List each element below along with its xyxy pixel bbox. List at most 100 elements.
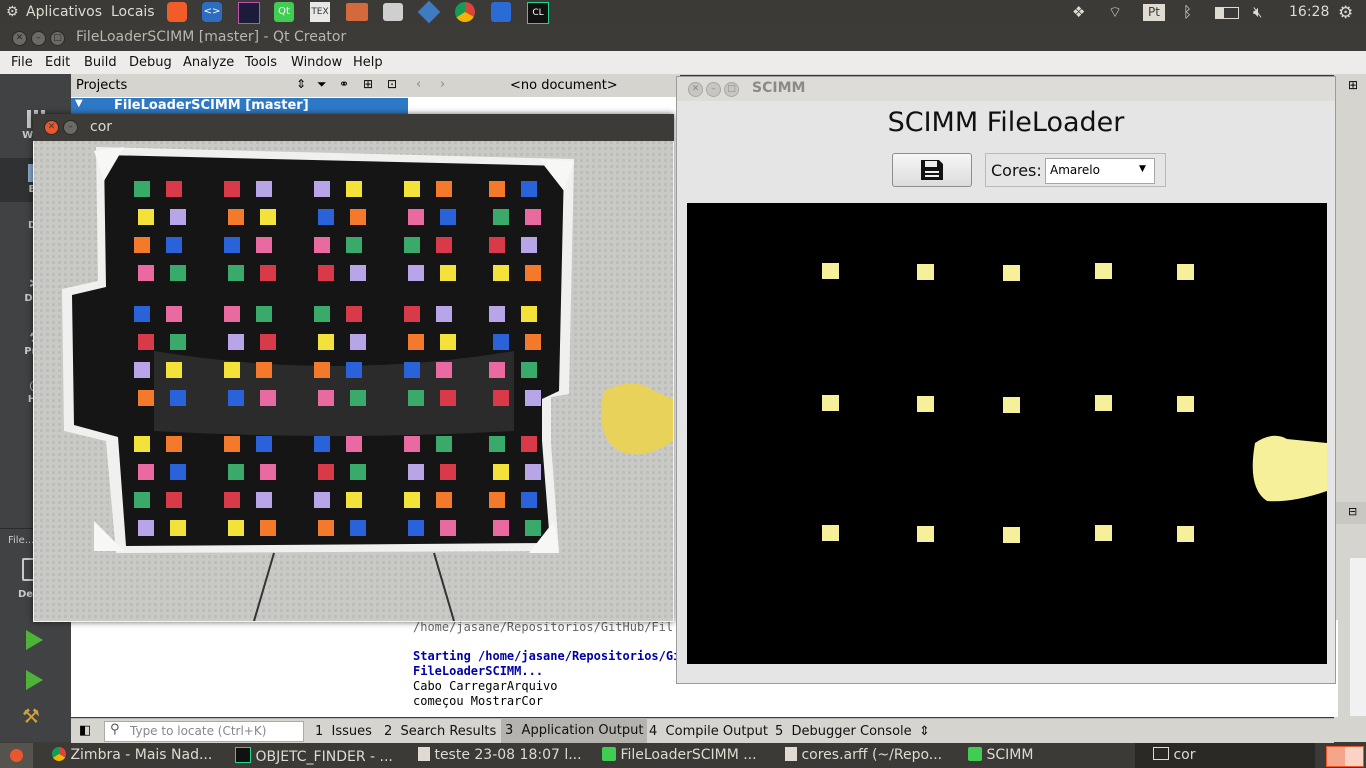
workspace-switcher[interactable] <box>1326 746 1364 767</box>
color-patch <box>170 209 186 225</box>
link-icon[interactable]: ⚭ <box>339 77 349 91</box>
cores-select[interactable]: Amarelo ▼ <box>1045 158 1155 184</box>
volume-muted-icon[interactable]: 🔇︎ <box>1253 3 1262 22</box>
virtualbox-icon[interactable] <box>417 0 441 24</box>
project-root-item[interactable]: ▼ FileLoaderSCIMM [master] <box>71 98 408 114</box>
places-menu[interactable]: Locais <box>111 4 155 20</box>
menu-help[interactable]: Help <box>353 55 383 70</box>
close-pane-icon[interactable]: ⊡ <box>387 77 397 91</box>
task-item[interactable]: SCIMM <box>968 747 1033 763</box>
more-tabs-icon[interactable]: ⇕ <box>919 724 930 739</box>
task-item[interactable]: OBJETC_FINDER - ... <box>235 747 393 765</box>
run-icon[interactable] <box>26 630 43 650</box>
debug-run-icon[interactable] <box>26 670 43 690</box>
cor-titlebar: ✕ – cor <box>33 114 674 141</box>
task-item[interactable]: FileLoaderSCIMM ... <box>602 747 757 763</box>
intellij-icon[interactable] <box>238 2 260 24</box>
minimize-pane-icon[interactable]: ⊟ <box>1348 505 1357 518</box>
brave-icon[interactable] <box>167 2 187 22</box>
tab-num: 5 <box>775 724 784 739</box>
keyboard-layout-indicator[interactable]: Pt <box>1143 4 1165 21</box>
task-item[interactable]: Zimbra - Mais Nad... <box>52 747 212 763</box>
color-patch <box>346 306 362 322</box>
close-button[interactable]: ✕ <box>12 31 27 46</box>
color-patch <box>314 237 330 253</box>
color-patch <box>224 181 240 197</box>
back-icon[interactable]: ‹ <box>416 77 421 92</box>
menu-window[interactable]: Window <box>291 55 342 70</box>
close-button[interactable]: ✕ <box>44 120 59 135</box>
apps-logo-icon[interactable]: ⚙ <box>6 4 19 20</box>
clock[interactable]: 16:28 <box>1289 4 1329 20</box>
dropbox-icon[interactable]: ❖ <box>1072 3 1085 22</box>
menu-tools[interactable]: Tools <box>245 55 277 70</box>
task-item[interactable]: cores.arff (~/Repo... <box>785 747 942 763</box>
close-button[interactable]: ✕ <box>688 82 703 97</box>
code-editor-icon[interactable]: <> <box>202 2 222 22</box>
camera-icon[interactable] <box>383 3 403 21</box>
color-patch <box>440 334 456 350</box>
cores-selected-value: Amarelo <box>1050 163 1100 177</box>
bluetooth-icon[interactable]: ᛒ <box>1183 3 1192 22</box>
battery-icon[interactable] <box>1215 7 1239 19</box>
color-patch <box>489 306 505 322</box>
show-desktop-button[interactable] <box>0 743 33 768</box>
color-patch <box>224 237 240 253</box>
clion-icon[interactable]: CL <box>527 2 549 24</box>
color-patch <box>404 237 420 253</box>
menu-edit[interactable]: Edit <box>45 55 70 70</box>
color-patch <box>350 390 366 406</box>
chevron-updown-icon[interactable]: ⇕ <box>296 77 306 91</box>
menu-build[interactable]: Build <box>84 55 117 70</box>
color-patch <box>525 520 541 536</box>
build-hammer-icon[interactable]: ⚒ <box>22 704 40 728</box>
toggle-sidebar-icon[interactable]: ◧ <box>79 723 91 738</box>
tab-search-results[interactable]: 2 Search Results <box>384 724 496 739</box>
maximize-button[interactable]: □ <box>50 31 65 46</box>
color-patch <box>170 265 186 281</box>
color-patch <box>228 334 244 350</box>
expand-arrow-icon[interactable]: ▼ <box>75 98 83 109</box>
qt-window-titlebar: ✕ – □ FileLoaderSCIMM [master] - Qt Crea… <box>0 25 1366 51</box>
output-scrollbar[interactable] <box>1350 558 1366 716</box>
mask-blob <box>1177 526 1194 542</box>
document-selector[interactable]: <no document> <box>510 78 618 93</box>
minimize-button[interactable]: – <box>63 120 78 135</box>
maximize-button[interactable]: □ <box>724 82 739 97</box>
files-icon[interactable] <box>346 3 368 21</box>
tab-debugger-console[interactable]: 5 Debugger Console <box>775 724 912 739</box>
locate-input[interactable]: ⚲ Type to locate (Ctrl+K) <box>104 721 304 742</box>
task-item[interactable]: teste 23-08 18:07 l... <box>418 747 582 763</box>
desktop-icon <box>10 749 23 762</box>
filter-icon[interactable]: ⏷ <box>317 77 327 92</box>
minimize-button[interactable]: – <box>31 31 46 46</box>
tab-application-output[interactable]: 3 Application Output <box>501 719 648 743</box>
network-tool-icon[interactable] <box>491 2 511 22</box>
apps-menu[interactable]: Aplicativos <box>26 4 102 20</box>
tab-label: Application Output <box>521 723 644 738</box>
tex-icon[interactable]: TEX <box>310 2 330 22</box>
document-header: ‹ › <no document> <box>408 74 680 98</box>
tab-compile-output[interactable]: 4 Compile Output <box>649 724 768 739</box>
task-item-active[interactable]: cor <box>1135 743 1315 768</box>
menu-analyze[interactable]: Analyze <box>183 55 234 70</box>
dropdown-arrow-icon: ▼ <box>1139 164 1146 174</box>
color-patch <box>404 181 420 197</box>
settings-gear-icon[interactable]: ⚙ <box>1338 3 1353 23</box>
qt-icon[interactable]: Qt <box>274 2 294 22</box>
save-button[interactable] <box>892 153 972 187</box>
forward-icon[interactable]: › <box>440 77 445 92</box>
chrome-icon[interactable] <box>455 2 475 22</box>
split-icon[interactable]: ⊞ <box>363 77 373 91</box>
tab-issues[interactable]: 1 Issues <box>315 724 372 739</box>
wifi-icon[interactable]: ⌔ <box>1108 3 1122 22</box>
menu-debug[interactable]: Debug <box>129 55 172 70</box>
kit-selector-label[interactable]: File... <box>8 535 34 546</box>
split-right-icon[interactable]: ⊞ <box>1348 78 1358 92</box>
text-editor-icon <box>418 747 430 761</box>
minimize-button[interactable]: – <box>706 82 721 97</box>
scimm-title: SCIMM <box>752 80 806 96</box>
cor-window[interactable]: ✕ – cor <box>33 114 674 622</box>
menu-file[interactable]: File <box>11 55 33 70</box>
scimm-window[interactable]: ✕ – □ SCIMM SCIMM FileLoader Cores: Amar… <box>676 76 1336 684</box>
